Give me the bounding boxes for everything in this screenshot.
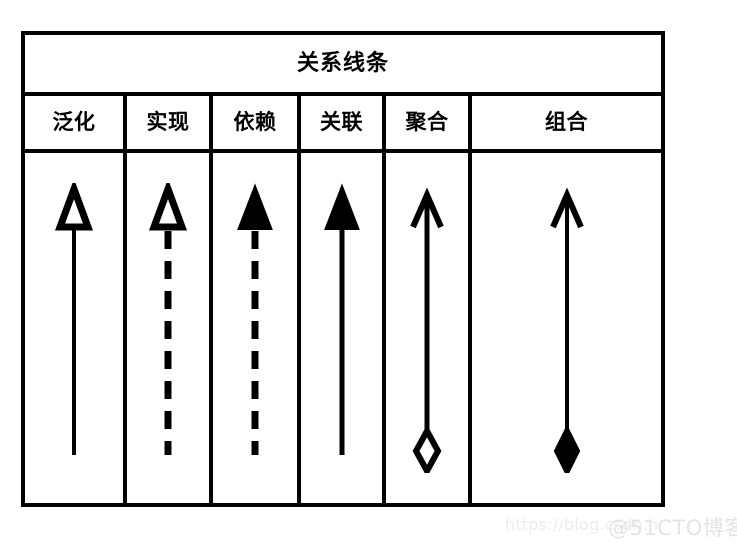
association-arrow-icon bbox=[323, 183, 360, 455]
symbol-cell-composition bbox=[472, 153, 661, 503]
table-symbol-row bbox=[25, 153, 661, 503]
header-label: 泛化 bbox=[52, 110, 96, 134]
dependency-arrow-icon bbox=[237, 183, 273, 455]
symbol-cell-association bbox=[301, 153, 386, 503]
page-title: 关系线条 bbox=[296, 50, 389, 76]
realization-arrow-icon bbox=[148, 183, 188, 455]
header-label: 实现 bbox=[146, 110, 190, 134]
symbol-cell-generalization bbox=[25, 153, 127, 503]
uml-relationship-diagram: 关系线条 泛化 实现 依赖 关联 聚合 组合 https://blog.csdn… bbox=[0, 0, 737, 546]
header-cell-dependency: 依赖 bbox=[213, 96, 301, 149]
header-label: 关联 bbox=[320, 110, 363, 134]
composition-arrow-icon bbox=[549, 187, 584, 473]
header-label: 依赖 bbox=[233, 110, 277, 134]
header-cell-association: 关联 bbox=[301, 96, 386, 149]
table-title-row: 关系线条 bbox=[25, 35, 661, 96]
header-cell-aggregation: 聚合 bbox=[386, 96, 472, 149]
header-cell-composition: 组合 bbox=[472, 96, 661, 149]
watermark-brand: @51CTO博客 bbox=[608, 516, 737, 540]
aggregation-arrow-icon bbox=[410, 187, 444, 473]
symbol-cell-aggregation bbox=[386, 153, 472, 503]
table-header-row: 泛化 实现 依赖 关联 聚合 组合 bbox=[25, 96, 661, 153]
symbol-cell-dependency bbox=[213, 153, 301, 503]
header-label: 聚合 bbox=[405, 110, 449, 134]
header-label: 组合 bbox=[545, 110, 588, 134]
symbol-cell-realization bbox=[127, 153, 213, 503]
header-cell-realization: 实现 bbox=[127, 96, 213, 149]
relationship-table: 关系线条 泛化 实现 依赖 关联 聚合 组合 bbox=[21, 31, 665, 507]
header-cell-generalization: 泛化 bbox=[25, 96, 127, 149]
generalization-arrow-icon bbox=[54, 183, 94, 455]
